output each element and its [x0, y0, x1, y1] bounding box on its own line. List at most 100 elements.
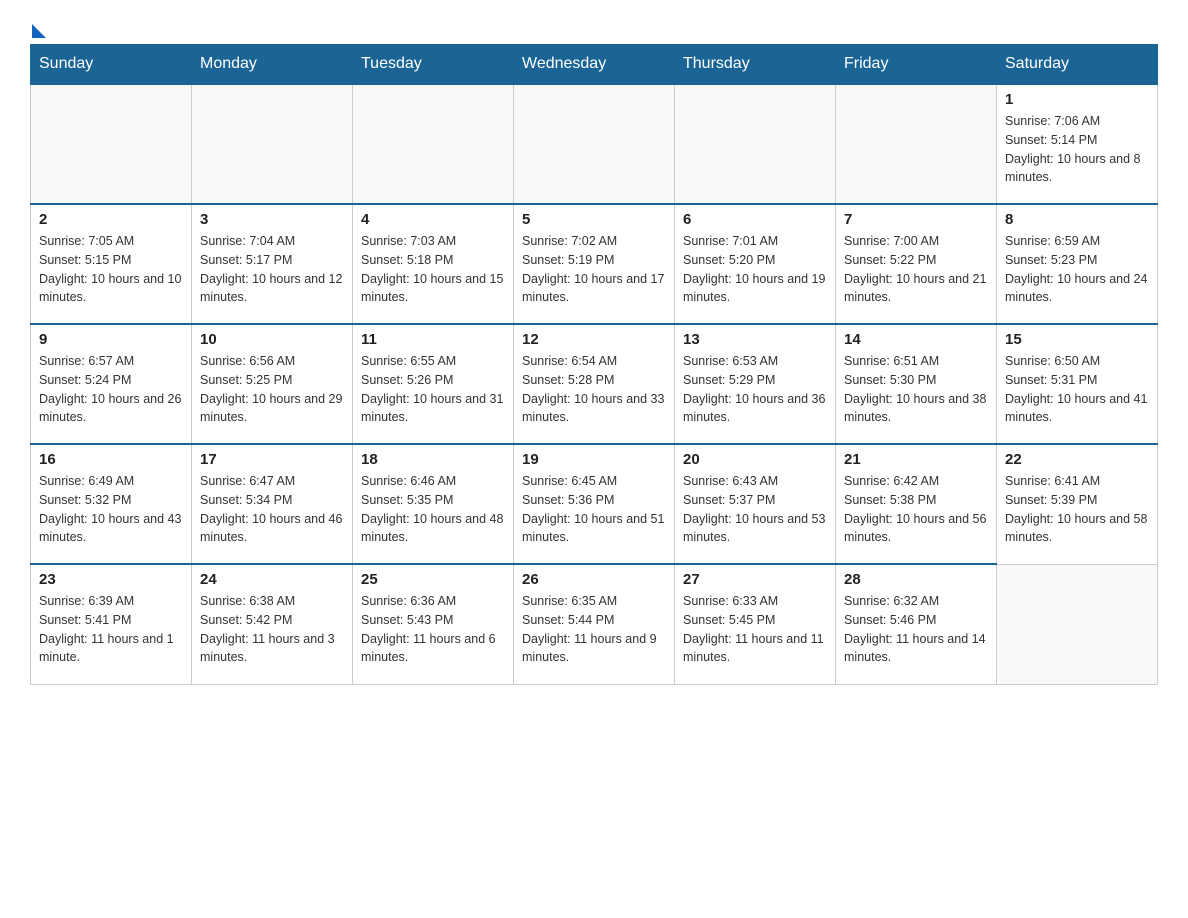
calendar-cell: 24Sunrise: 6:38 AMSunset: 5:42 PMDayligh… — [192, 564, 353, 684]
day-number: 6 — [683, 211, 827, 228]
calendar-cell: 10Sunrise: 6:56 AMSunset: 5:25 PMDayligh… — [192, 324, 353, 444]
day-info-line: Daylight: 10 hours and 48 minutes. — [361, 510, 505, 548]
day-number: 20 — [683, 451, 827, 468]
day-of-week-tuesday: Tuesday — [353, 45, 514, 85]
day-info-line: Sunrise: 6:46 AM — [361, 472, 505, 491]
calendar-cell — [997, 564, 1158, 684]
calendar-cell: 17Sunrise: 6:47 AMSunset: 5:34 PMDayligh… — [192, 444, 353, 564]
calendar-cell: 9Sunrise: 6:57 AMSunset: 5:24 PMDaylight… — [31, 324, 192, 444]
day-info-line: Sunset: 5:45 PM — [683, 611, 827, 630]
day-info-line: Sunrise: 6:50 AM — [1005, 352, 1149, 371]
day-info-line: Daylight: 10 hours and 51 minutes. — [522, 510, 666, 548]
day-of-week-monday: Monday — [192, 45, 353, 85]
day-info-line: Sunset: 5:44 PM — [522, 611, 666, 630]
day-number: 1 — [1005, 91, 1149, 108]
day-info-line: Daylight: 11 hours and 9 minutes. — [522, 630, 666, 668]
day-info-line: Sunset: 5:25 PM — [200, 371, 344, 390]
day-info-line: Sunrise: 7:03 AM — [361, 232, 505, 251]
day-info-line: Sunrise: 6:54 AM — [522, 352, 666, 371]
calendar-cell: 27Sunrise: 6:33 AMSunset: 5:45 PMDayligh… — [675, 564, 836, 684]
day-info-line: Sunset: 5:32 PM — [39, 491, 183, 510]
day-info-line: Sunrise: 6:49 AM — [39, 472, 183, 491]
day-info-line: Sunrise: 6:55 AM — [361, 352, 505, 371]
day-info-line: Daylight: 10 hours and 10 minutes. — [39, 270, 183, 308]
days-of-week-row: SundayMondayTuesdayWednesdayThursdayFrid… — [31, 45, 1158, 85]
day-info-line: Sunset: 5:43 PM — [361, 611, 505, 630]
day-number: 18 — [361, 451, 505, 468]
day-info-line: Sunrise: 6:47 AM — [200, 472, 344, 491]
day-info-line: Daylight: 10 hours and 33 minutes. — [522, 390, 666, 428]
day-info-line: Sunset: 5:23 PM — [1005, 251, 1149, 270]
day-number: 26 — [522, 571, 666, 588]
calendar-cell — [192, 84, 353, 204]
calendar-cell: 13Sunrise: 6:53 AMSunset: 5:29 PMDayligh… — [675, 324, 836, 444]
week-row-4: 23Sunrise: 6:39 AMSunset: 5:41 PMDayligh… — [31, 564, 1158, 684]
day-info-line: Sunrise: 6:45 AM — [522, 472, 666, 491]
day-info-line: Daylight: 10 hours and 24 minutes. — [1005, 270, 1149, 308]
day-info-line: Sunset: 5:17 PM — [200, 251, 344, 270]
day-info-line: Sunrise: 6:41 AM — [1005, 472, 1149, 491]
calendar-cell: 3Sunrise: 7:04 AMSunset: 5:17 PMDaylight… — [192, 204, 353, 324]
day-info-line: Sunrise: 7:06 AM — [1005, 112, 1149, 131]
calendar-body: 1Sunrise: 7:06 AMSunset: 5:14 PMDaylight… — [31, 84, 1158, 684]
day-info-line: Daylight: 10 hours and 15 minutes. — [361, 270, 505, 308]
week-row-1: 2Sunrise: 7:05 AMSunset: 5:15 PMDaylight… — [31, 204, 1158, 324]
day-number: 13 — [683, 331, 827, 348]
day-info-line: Sunset: 5:39 PM — [1005, 491, 1149, 510]
day-number: 14 — [844, 331, 988, 348]
day-info-line: Daylight: 10 hours and 29 minutes. — [200, 390, 344, 428]
day-info-line: Sunset: 5:41 PM — [39, 611, 183, 630]
day-number: 7 — [844, 211, 988, 228]
day-info-line: Daylight: 11 hours and 3 minutes. — [200, 630, 344, 668]
day-info-line: Sunrise: 6:36 AM — [361, 592, 505, 611]
calendar-cell: 28Sunrise: 6:32 AMSunset: 5:46 PMDayligh… — [836, 564, 997, 684]
week-row-3: 16Sunrise: 6:49 AMSunset: 5:32 PMDayligh… — [31, 444, 1158, 564]
logo-arrow-icon — [32, 24, 46, 38]
day-number: 24 — [200, 571, 344, 588]
day-info-line: Sunrise: 7:01 AM — [683, 232, 827, 251]
day-info-line: Sunset: 5:30 PM — [844, 371, 988, 390]
day-info-line: Daylight: 10 hours and 8 minutes. — [1005, 150, 1149, 188]
day-info-line: Sunset: 5:29 PM — [683, 371, 827, 390]
day-info-line: Daylight: 11 hours and 6 minutes. — [361, 630, 505, 668]
day-of-week-sunday: Sunday — [31, 45, 192, 85]
week-row-0: 1Sunrise: 7:06 AMSunset: 5:14 PMDaylight… — [31, 84, 1158, 204]
day-number: 8 — [1005, 211, 1149, 228]
calendar-cell: 25Sunrise: 6:36 AMSunset: 5:43 PMDayligh… — [353, 564, 514, 684]
day-info-line: Sunset: 5:36 PM — [522, 491, 666, 510]
day-info-line: Sunset: 5:31 PM — [1005, 371, 1149, 390]
day-of-week-saturday: Saturday — [997, 45, 1158, 85]
calendar-cell — [836, 84, 997, 204]
calendar-cell: 7Sunrise: 7:00 AMSunset: 5:22 PMDaylight… — [836, 204, 997, 324]
day-info-line: Sunset: 5:19 PM — [522, 251, 666, 270]
day-info-line: Daylight: 10 hours and 19 minutes. — [683, 270, 827, 308]
day-info-line: Sunrise: 7:02 AM — [522, 232, 666, 251]
calendar-cell — [31, 84, 192, 204]
calendar-cell — [514, 84, 675, 204]
day-info-line: Daylight: 10 hours and 41 minutes. — [1005, 390, 1149, 428]
day-info-line: Sunset: 5:37 PM — [683, 491, 827, 510]
day-number: 19 — [522, 451, 666, 468]
day-info-line: Sunrise: 6:33 AM — [683, 592, 827, 611]
day-info-line: Sunrise: 7:00 AM — [844, 232, 988, 251]
day-info-line: Daylight: 10 hours and 58 minutes. — [1005, 510, 1149, 548]
calendar-cell: 6Sunrise: 7:01 AMSunset: 5:20 PMDaylight… — [675, 204, 836, 324]
day-info-line: Sunrise: 7:05 AM — [39, 232, 183, 251]
day-number: 28 — [844, 571, 988, 588]
day-info-line: Sunset: 5:28 PM — [522, 371, 666, 390]
day-info-line: Sunset: 5:18 PM — [361, 251, 505, 270]
calendar-cell — [353, 84, 514, 204]
day-info-line: Sunset: 5:15 PM — [39, 251, 183, 270]
day-info-line: Sunrise: 6:32 AM — [844, 592, 988, 611]
day-of-week-friday: Friday — [836, 45, 997, 85]
day-info-line: Sunrise: 6:35 AM — [522, 592, 666, 611]
calendar-cell: 14Sunrise: 6:51 AMSunset: 5:30 PMDayligh… — [836, 324, 997, 444]
day-info-line: Sunrise: 6:59 AM — [1005, 232, 1149, 251]
day-info-line: Sunset: 5:46 PM — [844, 611, 988, 630]
day-info-line: Daylight: 10 hours and 21 minutes. — [844, 270, 988, 308]
calendar-cell: 18Sunrise: 6:46 AMSunset: 5:35 PMDayligh… — [353, 444, 514, 564]
day-info-line: Sunset: 5:34 PM — [200, 491, 344, 510]
day-info-line: Daylight: 10 hours and 36 minutes. — [683, 390, 827, 428]
day-number: 11 — [361, 331, 505, 348]
day-info-line: Daylight: 10 hours and 26 minutes. — [39, 390, 183, 428]
